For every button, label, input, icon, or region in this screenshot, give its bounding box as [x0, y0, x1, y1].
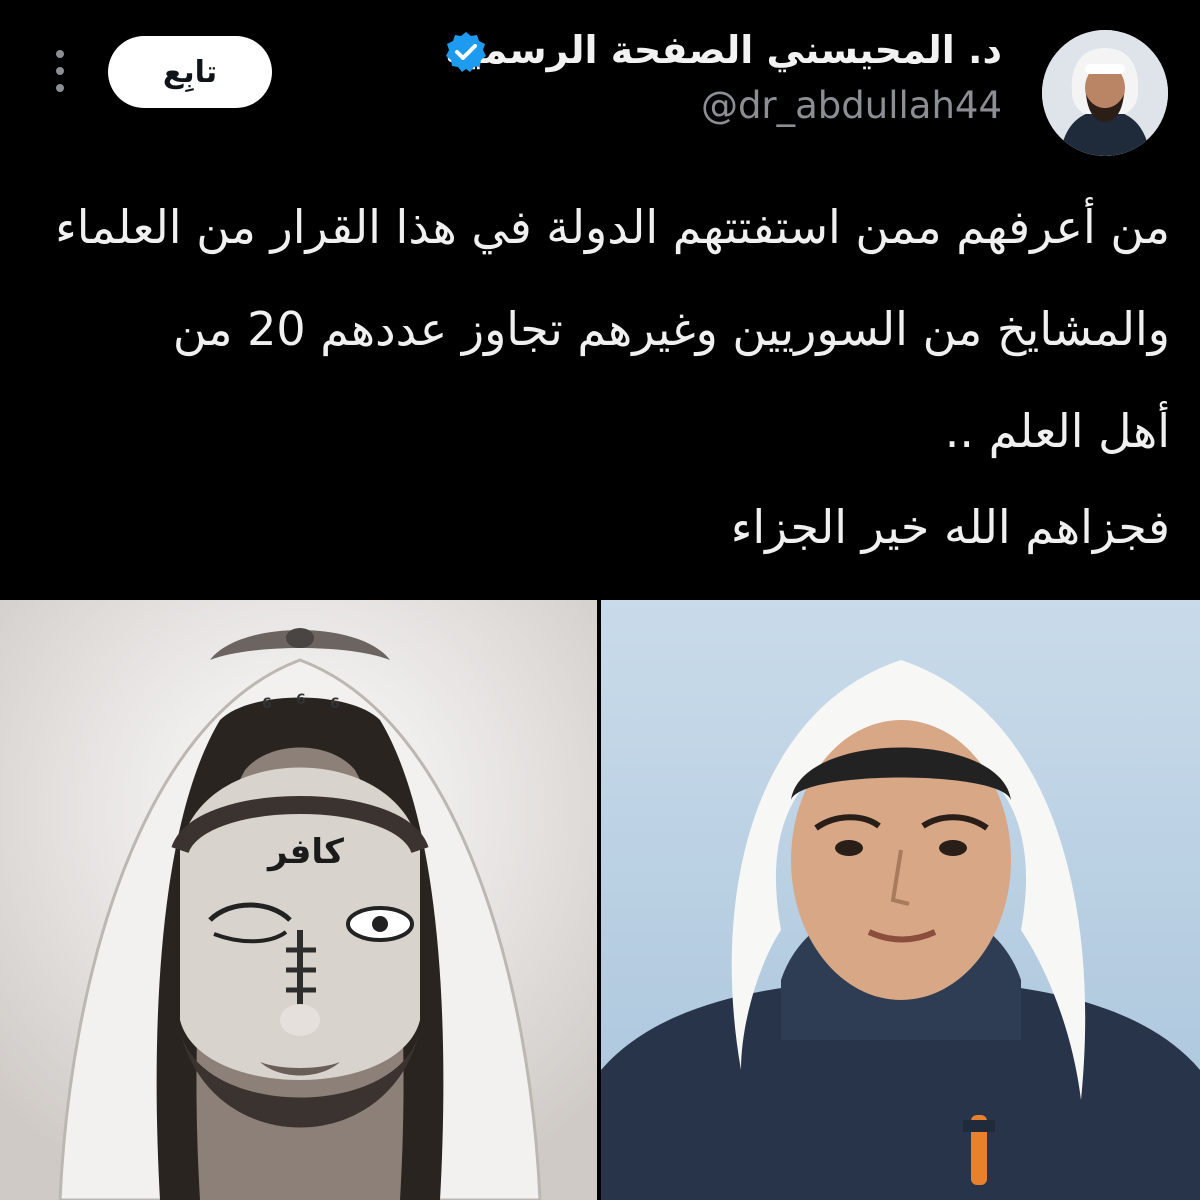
illustration-face — [0, 600, 597, 1200]
tweet-text: من أعرفهم ممن استفتتهم الدولة في هذا الق… — [30, 176, 1170, 578]
mark-digit: 6 — [262, 696, 272, 712]
media-image-right[interactable] — [601, 600, 1200, 1200]
tweet-header: د. المحيسني الصفحة الرسمية @dr_abdullah4… — [0, 0, 1200, 170]
follow-button[interactable]: تابِع — [108, 36, 272, 108]
tweet-media[interactable]: 6 6 6 كافر — [0, 600, 1200, 1200]
verified-badge-icon — [446, 32, 486, 72]
forehead-text: كافر — [268, 832, 344, 872]
media-image-left[interactable]: 6 6 6 كافر — [0, 600, 597, 1200]
mark-digit: 6 — [296, 692, 306, 708]
tweet-line: والمشايخ من السوريين وغيرهم تجاوز عددهم … — [172, 302, 1170, 356]
avatar[interactable] — [1042, 30, 1168, 156]
tweet-line: فجزاهم الله خير الجزاء — [730, 500, 1170, 554]
more-options-icon[interactable] — [50, 46, 70, 96]
avatar-portrait — [1042, 30, 1168, 156]
tweet-line: من أعرفهم ممن استفتتهم الدولة في هذا الق… — [55, 200, 1170, 254]
user-handle[interactable]: @dr_abdullah44 — [701, 84, 1002, 127]
mark-digit: 6 — [330, 696, 340, 712]
display-name[interactable]: د. المحيسني الصفحة الرسمية — [445, 28, 1002, 72]
portrait-photo — [601, 600, 1200, 1200]
tweet-line: أهل العلم .. — [944, 404, 1170, 458]
